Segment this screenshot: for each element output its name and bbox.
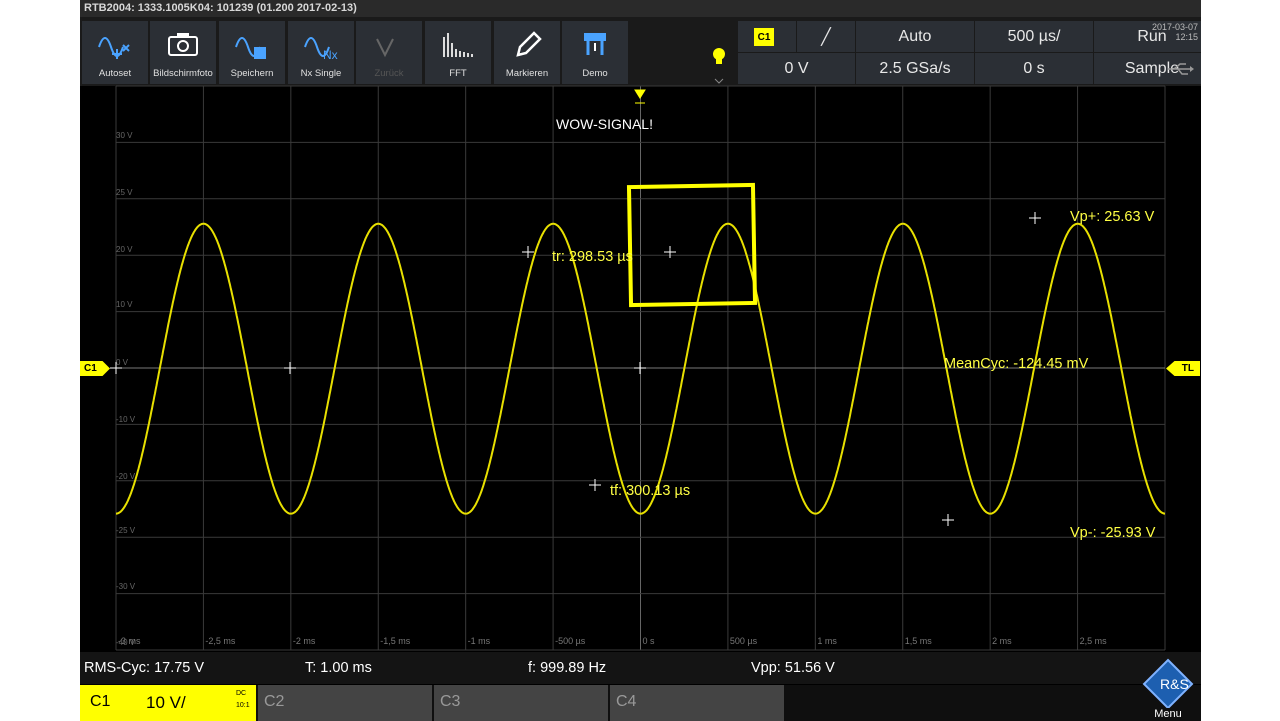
channel-1-coupling: DC 10:1 bbox=[236, 690, 250, 709]
fall-time-label: tf: 300.13 µs bbox=[610, 483, 691, 499]
x-axis-tick-label: -1 ms bbox=[467, 636, 491, 646]
x-axis-tick-label: 1 ms bbox=[817, 636, 837, 646]
channel-1-scale: 10 V/ bbox=[146, 693, 186, 712]
y-axis-tick-label: 10 V bbox=[116, 300, 133, 309]
x-axis-tick-label: -1,5 ms bbox=[380, 636, 411, 646]
y-axis-tick-label: -25 V bbox=[116, 526, 136, 535]
x-axis-tick-label: -2,5 ms bbox=[205, 636, 236, 646]
measurement-cursor-marker bbox=[522, 246, 534, 258]
vp-minus-label: Vp-: -25.93 V bbox=[1070, 525, 1156, 541]
vp-plus-label: Vp+: 25.63 V bbox=[1070, 209, 1155, 225]
rms-measurement[interactable]: RMS-Cyc: 17.75 V bbox=[84, 660, 204, 676]
y-axis-tick-label: 20 V bbox=[116, 245, 133, 254]
x-axis-tick-label: 2,5 ms bbox=[1079, 636, 1107, 646]
y-axis-tick-label: 0 V bbox=[116, 358, 129, 367]
cursor-layer bbox=[110, 89, 1041, 526]
measurement-cursor-marker bbox=[284, 362, 296, 374]
x-axis-tick-label: 2 ms bbox=[992, 636, 1012, 646]
x-axis-tick-label: 500 µs bbox=[729, 636, 758, 646]
menu-button[interactable]: R&S Menu bbox=[1138, 656, 1198, 720]
oscilloscope-screen: RTB2004: 1333.1005K04: 101239 (01.200 20… bbox=[80, 0, 1201, 721]
rs-logo-icon: R&S bbox=[1142, 658, 1194, 710]
signal-annotation: WOW-SIGNAL! bbox=[556, 116, 653, 132]
y-axis-tick-label: -30 V bbox=[116, 582, 136, 591]
x-axis-tick-label: 1,5 ms bbox=[904, 636, 932, 646]
x-axis-tick-label: -500 µs bbox=[555, 636, 586, 646]
channel-3-button[interactable]: C3 bbox=[434, 685, 608, 721]
measurement-cursor-marker bbox=[1029, 212, 1041, 224]
rise-time-label: tr: 298.53 µs bbox=[552, 249, 633, 265]
period-measurement[interactable]: T: 1.00 ms bbox=[305, 660, 372, 676]
measurement-cursor-marker bbox=[942, 514, 954, 526]
x-axis-tick-label: 0 s bbox=[642, 636, 655, 646]
y-axis-tick-label: 25 V bbox=[116, 188, 133, 197]
vpp-measurement[interactable]: Vpp: 51.56 V bbox=[751, 660, 835, 676]
y-axis-tick-label: -10 V bbox=[116, 415, 136, 424]
channel-bar: C1 10 V/ DC 10:1 C2 C3 C4 bbox=[80, 685, 1201, 721]
mean-cyc-label: MeanCyc: -124.45 mV bbox=[944, 356, 1089, 372]
frequency-measurement[interactable]: f: 999.89 Hz bbox=[528, 660, 606, 676]
channel-1-button[interactable]: C1 10 V/ DC 10:1 bbox=[80, 685, 256, 721]
measurement-cursor-marker bbox=[634, 362, 646, 374]
x-axis-tick-label: -3 ms bbox=[118, 636, 141, 646]
y-axis-tick-label: 30 V bbox=[116, 131, 133, 140]
x-axis-tick-label: -2 ms bbox=[292, 636, 316, 646]
svg-text:R&S: R&S bbox=[1160, 676, 1189, 692]
measurement-bar: RMS-Cyc: 17.75 V T: 1.00 ms f: 999.89 Hz… bbox=[80, 652, 1201, 684]
y-axis-tick-label: -20 V bbox=[116, 472, 136, 481]
highlight-box bbox=[626, 182, 758, 308]
channel-4-button[interactable]: C4 bbox=[610, 685, 784, 721]
channel-2-button[interactable]: C2 bbox=[258, 685, 432, 721]
